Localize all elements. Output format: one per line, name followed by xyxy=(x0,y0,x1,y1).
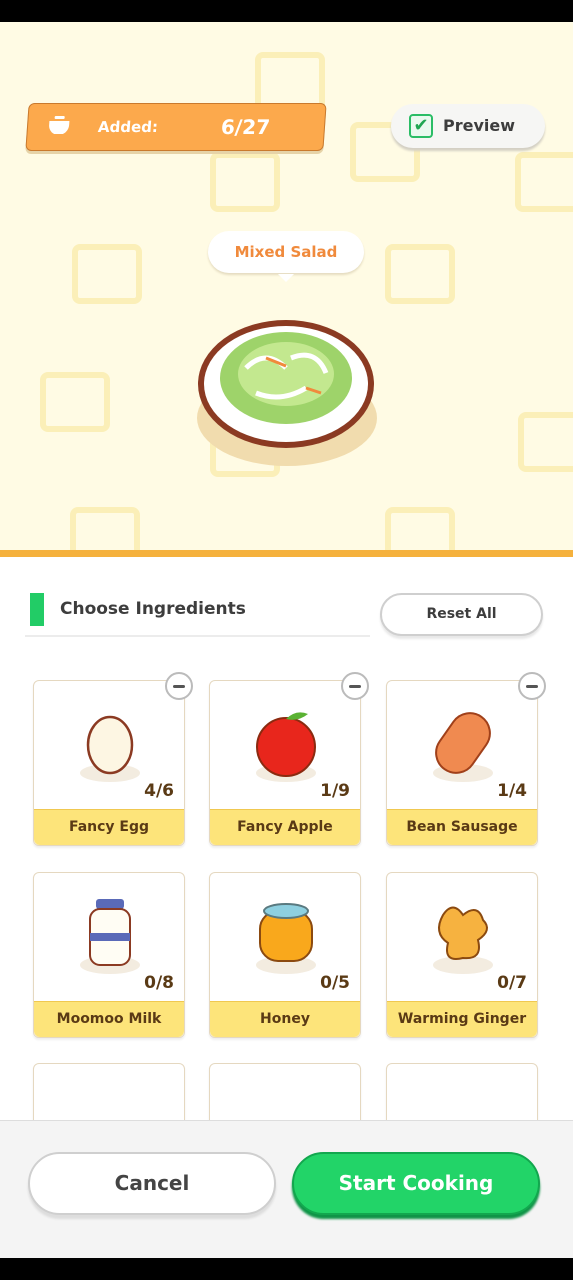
ingredient-name: Fancy Apple xyxy=(210,809,360,845)
ingredient-card-fancy-apple[interactable]: 1/9 Fancy Apple xyxy=(209,672,369,846)
checkbox-checked-icon: ✔ xyxy=(409,114,433,138)
ingredient-card-moomoo-milk[interactable]: 0/8 Moomoo Milk xyxy=(33,872,185,1038)
added-label: Added: xyxy=(97,118,159,136)
egg-icon xyxy=(80,715,140,782)
section-divider xyxy=(25,635,370,637)
section-title: Choose Ingredients xyxy=(60,599,246,619)
ingredient-count: 4/6 xyxy=(144,781,174,801)
remove-icon[interactable] xyxy=(165,672,193,700)
sausage-icon xyxy=(433,712,493,782)
remove-icon[interactable] xyxy=(341,672,369,700)
honey-jar-icon xyxy=(256,903,316,974)
remove-icon[interactable] xyxy=(518,672,546,700)
section-marker xyxy=(30,593,44,626)
preview-label: Preview xyxy=(443,116,516,135)
ingredient-name: Fancy Egg xyxy=(34,809,184,845)
ingredient-card-honey[interactable]: 0/5 Honey xyxy=(209,872,361,1038)
pot-icon xyxy=(49,116,70,134)
navigation-bar xyxy=(0,1258,573,1280)
divider xyxy=(0,550,573,557)
action-bar: Cancel Start Cooking xyxy=(0,1120,573,1258)
ginger-icon xyxy=(433,906,493,974)
apple-icon xyxy=(256,712,316,782)
ingredient-count: 1/4 xyxy=(497,781,527,801)
ingredient-card-warming-ginger[interactable]: 0/7 Warming Ginger xyxy=(386,872,538,1038)
reset-all-button[interactable]: Reset All xyxy=(380,593,543,636)
ingredient-name: Warming Ginger xyxy=(387,1001,537,1037)
start-cooking-button[interactable]: Start Cooking xyxy=(292,1152,540,1215)
ingredient-name: Bean Sausage xyxy=(387,809,537,845)
ingredient-card-fancy-egg[interactable]: 4/6 Fancy Egg xyxy=(33,672,193,846)
ingredient-count: 0/8 xyxy=(144,973,174,993)
cancel-button[interactable]: Cancel xyxy=(28,1152,276,1215)
ingredient-name: Moomoo Milk xyxy=(34,1001,184,1037)
milk-bottle-icon xyxy=(80,899,140,974)
ingredient-card-bean-sausage[interactable]: 1/4 Bean Sausage xyxy=(386,672,546,846)
ingredient-count: 0/7 xyxy=(497,973,527,993)
status-bar xyxy=(0,0,573,22)
ingredient-count: 0/5 xyxy=(320,973,350,993)
ingredient-name: Honey xyxy=(210,1001,360,1037)
ingredient-count: 1/9 xyxy=(320,781,350,801)
preview-toggle[interactable]: ✔ Preview xyxy=(391,104,545,148)
mixed-salad-image xyxy=(197,320,377,466)
dish-preview-area xyxy=(0,22,573,550)
added-counter: Added: 6/27 xyxy=(25,103,327,151)
dish-name-bubble: Mixed Salad xyxy=(208,231,364,282)
added-value: 6/27 xyxy=(220,115,271,139)
